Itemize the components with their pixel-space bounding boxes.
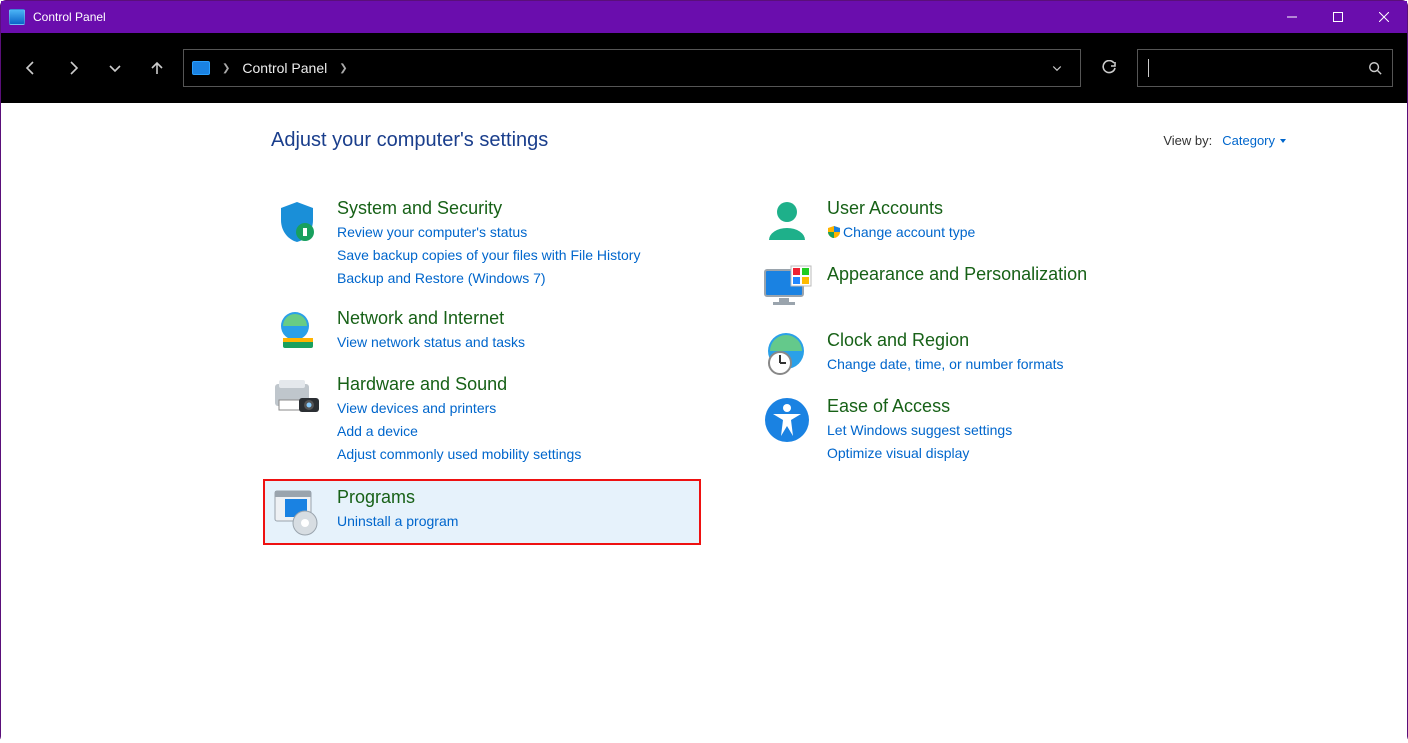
category-clock-region[interactable]: Clock and Region Change date, time, or n… bbox=[761, 324, 1191, 390]
window-title: Control Panel bbox=[33, 10, 106, 24]
link-devices-printers[interactable]: View devices and printers bbox=[337, 397, 581, 420]
category-appearance[interactable]: Appearance and Personalization bbox=[761, 258, 1191, 324]
category-title[interactable]: Programs bbox=[337, 487, 458, 508]
link-mobility-settings[interactable]: Adjust commonly used mobility settings bbox=[337, 443, 581, 466]
category-title[interactable]: Clock and Region bbox=[827, 330, 1064, 351]
recent-locations-button[interactable] bbox=[99, 52, 131, 84]
control-panel-app-icon bbox=[9, 9, 25, 25]
shield-icon bbox=[271, 198, 323, 246]
link-add-device[interactable]: Add a device bbox=[337, 420, 581, 443]
chevron-right-icon[interactable]: ❯ bbox=[335, 63, 351, 74]
link-windows-suggest[interactable]: Let Windows suggest settings bbox=[827, 419, 1012, 442]
window-titlebar: Control Panel bbox=[1, 1, 1407, 33]
category-user-accounts[interactable]: User Accounts Change account type bbox=[761, 192, 1191, 258]
link-backup-restore[interactable]: Backup and Restore (Windows 7) bbox=[337, 267, 640, 290]
category-title[interactable]: System and Security bbox=[337, 198, 640, 219]
link-change-account-type[interactable]: Change account type bbox=[827, 221, 975, 244]
maximize-button[interactable] bbox=[1315, 1, 1361, 33]
control-panel-icon bbox=[192, 61, 210, 75]
uac-shield-icon bbox=[827, 223, 841, 237]
accessibility-icon bbox=[761, 396, 813, 444]
category-title[interactable]: Hardware and Sound bbox=[337, 374, 581, 395]
globe-network-icon bbox=[271, 308, 323, 356]
category-title[interactable]: Network and Internet bbox=[337, 308, 525, 329]
category-network[interactable]: Network and Internet View network status… bbox=[271, 302, 701, 368]
monitor-icon bbox=[761, 264, 813, 312]
view-by-value: Category bbox=[1222, 133, 1275, 148]
breadcrumb-root[interactable]: Control Panel bbox=[242, 60, 327, 76]
address-bar[interactable]: ❯ Control Panel ❯ bbox=[183, 49, 1081, 87]
text-caret bbox=[1148, 59, 1149, 77]
search-icon bbox=[1368, 61, 1382, 75]
minimize-button[interactable] bbox=[1269, 1, 1315, 33]
view-by-control[interactable]: View by: Category bbox=[1163, 133, 1287, 148]
link-review-status[interactable]: Review your computer's status bbox=[337, 221, 640, 244]
printer-camera-icon bbox=[271, 374, 323, 422]
category-title[interactable]: User Accounts bbox=[827, 198, 975, 219]
category-hardware[interactable]: Hardware and Sound View devices and prin… bbox=[271, 368, 701, 478]
chevron-down-icon bbox=[1279, 137, 1287, 145]
link-change-date-time[interactable]: Change date, time, or number formats bbox=[827, 353, 1064, 376]
up-button[interactable] bbox=[141, 52, 173, 84]
link-network-status[interactable]: View network status and tasks bbox=[337, 331, 525, 354]
view-by-label: View by: bbox=[1163, 133, 1212, 148]
navigation-bar: ❯ Control Panel ❯ bbox=[1, 33, 1407, 103]
back-button[interactable] bbox=[15, 52, 47, 84]
address-history-button[interactable] bbox=[1042, 50, 1072, 86]
user-icon bbox=[761, 198, 813, 246]
category-title[interactable]: Ease of Access bbox=[827, 396, 1012, 417]
refresh-button[interactable] bbox=[1091, 49, 1127, 87]
link-uninstall-program[interactable]: Uninstall a program bbox=[337, 510, 458, 533]
category-title[interactable]: Appearance and Personalization bbox=[827, 264, 1087, 285]
search-input[interactable] bbox=[1137, 49, 1393, 87]
category-system-security[interactable]: System and Security Review your computer… bbox=[271, 192, 701, 302]
close-button[interactable] bbox=[1361, 1, 1407, 33]
link-file-history[interactable]: Save backup copies of your files with Fi… bbox=[337, 244, 640, 267]
category-ease-of-access[interactable]: Ease of Access Let Windows suggest setti… bbox=[761, 390, 1191, 477]
forward-button[interactable] bbox=[57, 52, 89, 84]
link-optimize-display[interactable]: Optimize visual display bbox=[827, 442, 1012, 465]
programs-icon bbox=[271, 487, 323, 535]
chevron-right-icon[interactable]: ❯ bbox=[218, 63, 234, 74]
clock-globe-icon bbox=[761, 330, 813, 378]
category-programs[interactable]: Programs Uninstall a program bbox=[263, 479, 701, 545]
page-heading: Adjust your computer's settings bbox=[271, 129, 548, 152]
content-area: Adjust your computer's settings View by:… bbox=[1, 103, 1407, 743]
